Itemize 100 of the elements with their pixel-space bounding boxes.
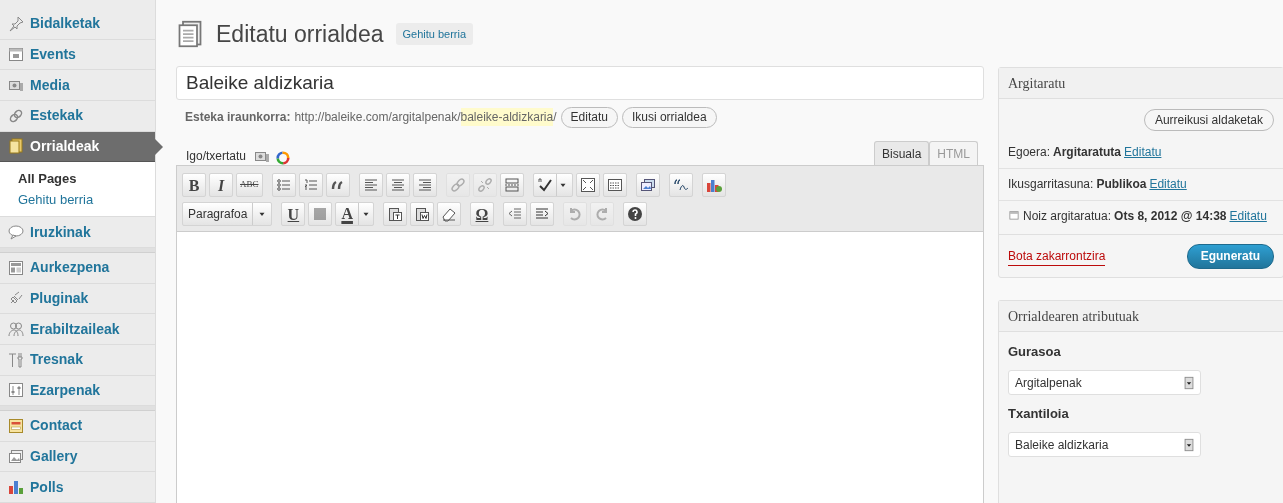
submenu-item[interactable]: All Pages [0, 168, 155, 190]
form-icon [8, 417, 24, 434]
toolbar-button[interactable]: I [209, 172, 233, 197]
toolbar-button[interactable] [668, 172, 693, 197]
status-label: Egoera: [1008, 145, 1051, 159]
edit-link[interactable]: Editatu [1124, 145, 1162, 159]
status-value: Argitaratuta [1053, 145, 1122, 159]
status-label: Ikusgarritasuna: [1008, 177, 1094, 191]
pages-icon [176, 19, 204, 49]
unlink-icon [476, 176, 493, 193]
box-title: Orrialdearen atributuak [999, 301, 1283, 332]
spellcheck-icon [536, 176, 553, 193]
menu-item[interactable]: Erabiltzaileak [30, 318, 120, 340]
toolbar-button[interactable] [635, 172, 660, 197]
permalink-slug: baleike-aldizkaria [460, 108, 554, 126]
status-value: Publikoa [1096, 177, 1147, 191]
people-icon [8, 321, 24, 338]
toolbar-button[interactable] [436, 201, 461, 226]
toolbar-button[interactable] [622, 201, 647, 226]
editor-tab[interactable]: Bisuala [873, 141, 930, 165]
status-value: Ots 8, 2012 @ 14:38 [1114, 209, 1227, 223]
menu-item[interactable]: Contact [30, 415, 83, 437]
preview-button[interactable]: Aurreikusi aldaketak [1143, 109, 1274, 131]
fullscreen-icon [579, 176, 596, 193]
title-field[interactable]: Baleike aldizkaria [176, 66, 984, 100]
toolbar-button[interactable] [532, 172, 573, 197]
toolbar-button[interactable] [412, 172, 437, 197]
bar-chart-icon [8, 479, 24, 496]
toolbar-button[interactable]: Ω [469, 201, 494, 226]
trash-link[interactable]: Bota zakarrontzira [1008, 246, 1106, 266]
menu-item[interactable]: Tresnak [30, 349, 83, 371]
toolbar-button[interactable] [325, 172, 350, 197]
submenu-item[interactable]: Gehitu berria [0, 189, 155, 211]
edit-link[interactable]: Editatu [1149, 177, 1187, 191]
speech-bubble-icon [8, 224, 24, 241]
image-icon [639, 176, 656, 193]
field-label: Gurasoa [1008, 343, 1062, 361]
page-break-icon [503, 176, 520, 193]
add-new-button[interactable]: Gehitu berria [395, 22, 474, 46]
toolbar-button[interactable] [358, 172, 383, 197]
layout-icon [8, 259, 24, 276]
toolbar-button[interactable] [382, 201, 407, 226]
menu-item[interactable]: Media [30, 74, 70, 96]
link-icon [8, 107, 24, 124]
link-icon [449, 176, 466, 193]
calendar-icon [1008, 209, 1020, 221]
toolbar-button[interactable] [385, 172, 410, 197]
menu-item[interactable]: Iruzkinak [30, 221, 91, 243]
pin-icon [8, 15, 24, 32]
box-title: Argitaratu [999, 68, 1283, 99]
numbered-list-icon [302, 176, 319, 193]
page-title: Editatu orrialdea [216, 19, 384, 49]
toolbar-button[interactable]: ABC [236, 172, 263, 197]
paste-text-icon [386, 205, 403, 222]
help-icon [626, 205, 643, 222]
menu-item[interactable]: Gallery [30, 446, 78, 468]
permalink-button[interactable]: Editatu [560, 106, 618, 128]
media-icon [254, 149, 271, 165]
menu-item[interactable]: Polls [30, 476, 64, 498]
quote-icon [672, 176, 689, 193]
select-field[interactable]: Argitalpenak [1008, 370, 1201, 395]
upload-label: Igo/txertatu [186, 148, 247, 165]
toolbar-button[interactable]: U [281, 201, 306, 226]
toolbar-button[interactable] [701, 172, 726, 197]
format-dropdown[interactable]: Paragrafoa [182, 201, 273, 226]
menu-item[interactable]: Aurkezpena [30, 257, 110, 279]
align-left-icon [362, 176, 379, 193]
menu-item[interactable]: Estekak [30, 105, 83, 127]
toolbar-button[interactable] [575, 172, 600, 197]
select-field[interactable]: Baleike aldizkaria [1008, 432, 1201, 457]
update-button[interactable]: Eguneratu [1186, 243, 1274, 269]
toolbar-button[interactable] [602, 172, 627, 197]
editor-tab[interactable]: HTML [929, 141, 978, 165]
permalink-label: Esteka iraunkorra: [185, 109, 291, 126]
sliders-icon [8, 382, 24, 399]
picture-frame-icon [8, 448, 24, 465]
redo-icon [593, 205, 610, 222]
permalink-url: / [553, 109, 557, 126]
toolbar-button[interactable]: B [182, 172, 206, 197]
tools-icon [8, 351, 24, 368]
calendar-icon [8, 46, 24, 63]
menu-item[interactable]: Pluginak [30, 287, 89, 309]
permalink-button[interactable]: Ikusi orrialdea [621, 106, 717, 128]
status-label: Noiz argitaratua: [1023, 209, 1112, 223]
menu-item[interactable]: Bidalketak [30, 13, 101, 35]
bulleted-list-icon [275, 176, 292, 193]
paste-word-icon [413, 205, 430, 222]
color-wheel-icon [276, 151, 291, 165]
menu-item[interactable]: Events [30, 44, 76, 65]
text-color-button[interactable]: A [335, 201, 374, 226]
toolbar-button[interactable] [409, 201, 434, 226]
align-right-icon [416, 176, 433, 193]
menu-item[interactable]: Ezarpenak [30, 379, 101, 401]
field-label: Txantiloia [1008, 405, 1070, 423]
outdent-icon [506, 205, 523, 222]
pages-icon [8, 138, 24, 155]
edit-link[interactable]: Editatu [1229, 209, 1267, 223]
indent-icon [533, 205, 550, 222]
permalink-url: http://baleike.com/argitalpenak/ [294, 109, 461, 126]
justify-icon [312, 205, 329, 222]
